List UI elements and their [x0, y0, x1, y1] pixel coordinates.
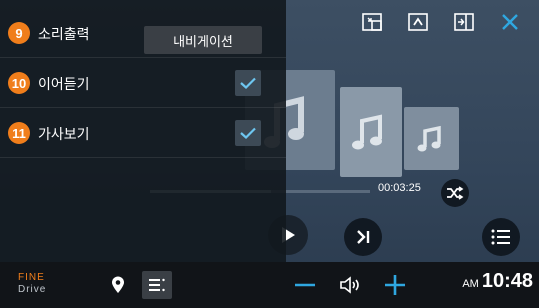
clock-ampm: AM: [462, 278, 479, 290]
option-label: 가사보기: [38, 127, 90, 143]
album-art[interactable]: [404, 107, 459, 170]
menu-icon: [149, 278, 165, 292]
option-label: 소리출력: [38, 27, 90, 43]
fine-drive-logo[interactable]: FINE Drive: [18, 272, 60, 298]
option-label: 이어듣기: [38, 77, 90, 93]
shuffle-button[interactable]: [441, 179, 469, 207]
clock-time: 10:48: [481, 270, 533, 292]
screen-resize-icon: [362, 13, 382, 31]
collapse-button[interactable]: [395, 6, 441, 38]
music-player-screen: 00:03:25 9 소리출력 내비게이션 10 이어듣기 11 가사보기 FI…: [0, 0, 539, 308]
menu-button[interactable]: [142, 271, 172, 299]
album-art[interactable]: [340, 87, 402, 177]
close-button[interactable]: [487, 6, 533, 38]
list-icon: [491, 229, 510, 245]
shuffle-icon: [447, 186, 464, 200]
lyrics-checkbox[interactable]: [235, 120, 261, 146]
logo-top-text: FINE: [18, 272, 45, 283]
map-pin-icon: [112, 276, 124, 293]
step-badge: 10: [8, 72, 30, 94]
checkmark-icon: [240, 127, 256, 139]
music-note-icon: [352, 114, 382, 150]
sound-output-button[interactable]: 내비게이션: [144, 26, 262, 54]
volume-up-icon: [385, 275, 405, 295]
clock: AM 10:48: [462, 270, 533, 293]
volume-down-icon: [295, 283, 315, 287]
next-track-button[interactable]: [344, 218, 382, 256]
mute-button[interactable]: [335, 271, 365, 299]
step-badge: 11: [8, 122, 30, 144]
option-row-lyrics[interactable]: 11 가사보기: [0, 108, 286, 158]
close-icon: [502, 14, 518, 30]
map-button[interactable]: [103, 271, 133, 299]
elapsed-time: 00:03:25: [378, 182, 421, 194]
screen-resize-button[interactable]: [349, 6, 395, 38]
exit-button[interactable]: [441, 6, 487, 38]
option-row-resume[interactable]: 10 이어듣기: [0, 58, 286, 108]
option-row-sound-output: 9 소리출력 내비게이션: [0, 8, 286, 58]
music-note-icon: [417, 125, 441, 152]
step-badge: 9: [8, 22, 30, 44]
window-controls: [349, 6, 533, 38]
speaker-icon: [340, 276, 359, 294]
options-panel: 9 소리출력 내비게이션 10 이어듣기 11 가사보기: [0, 0, 286, 262]
resume-checkbox[interactable]: [235, 70, 261, 96]
checkmark-icon: [240, 77, 256, 89]
next-track-icon: [357, 230, 370, 244]
volume-up-button[interactable]: [380, 271, 410, 299]
playlist-button[interactable]: [482, 218, 520, 256]
bottom-bar: FINE Drive AM 10:48: [0, 262, 539, 308]
volume-down-button[interactable]: [290, 271, 320, 299]
logo-bottom-text: Drive: [18, 284, 47, 295]
collapse-icon: [408, 13, 428, 31]
exit-icon: [454, 13, 474, 31]
